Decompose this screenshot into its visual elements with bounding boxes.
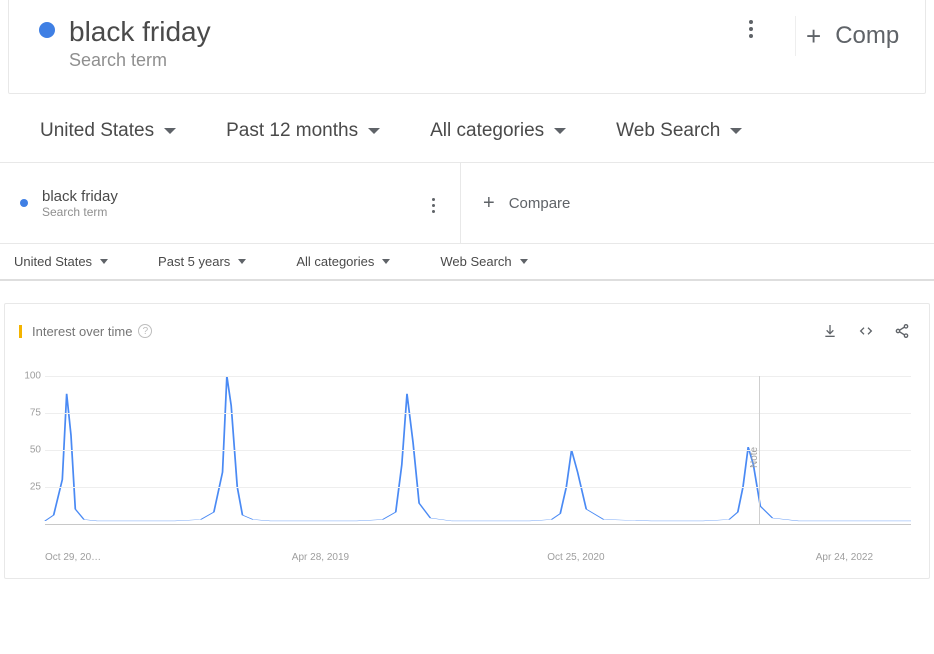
panel-title-text: Interest over time bbox=[32, 324, 132, 339]
compare-label: Comp bbox=[835, 22, 899, 50]
term-color-dot bbox=[20, 199, 28, 207]
chart-line bbox=[45, 376, 911, 548]
filter-bar-small: United States Past 5 years All categorie… bbox=[0, 244, 934, 281]
filter-search-type[interactable]: Web Search bbox=[440, 254, 527, 269]
chevron-down-icon bbox=[238, 259, 246, 264]
filter-category-label: All categories bbox=[296, 254, 374, 269]
filter-search-type-label: Web Search bbox=[440, 254, 511, 269]
embed-icon[interactable] bbox=[857, 322, 875, 340]
x-axis: Oct 29, 20… Apr 28, 2019 Oct 25, 2020 Apr 2… bbox=[45, 552, 911, 566]
grid-line bbox=[45, 487, 911, 488]
term-menu-button[interactable] bbox=[424, 194, 442, 212]
help-icon[interactable]: ? bbox=[138, 324, 152, 338]
add-compare-button[interactable]: + Comp bbox=[795, 16, 905, 56]
kebab-icon bbox=[749, 20, 753, 24]
filter-bar-large: United States Past 12 months All categor… bbox=[0, 94, 934, 162]
filter-time[interactable]: Past 12 months bbox=[226, 120, 380, 142]
download-icon[interactable] bbox=[821, 322, 839, 340]
term-color-dot bbox=[39, 22, 55, 38]
chart-area: 255075100 Note Oct 29, 20…Apr 28, 2019Oc… bbox=[19, 376, 915, 576]
panel-actions bbox=[821, 322, 911, 340]
filter-region[interactable]: United States bbox=[14, 254, 108, 269]
grid-line bbox=[45, 413, 911, 414]
term-type: Search term bbox=[42, 205, 424, 219]
filter-region[interactable]: United States bbox=[40, 120, 176, 142]
filter-time-label: Past 12 months bbox=[226, 120, 358, 142]
y-tick: 50 bbox=[30, 445, 41, 456]
baseline bbox=[45, 524, 911, 525]
x-tick: Apr 28, 2019 bbox=[292, 552, 349, 563]
y-tick: 100 bbox=[24, 371, 41, 382]
chevron-down-icon bbox=[368, 128, 380, 134]
term-menu-button[interactable] bbox=[721, 16, 781, 24]
filter-category[interactable]: All categories bbox=[296, 254, 390, 269]
x-tick: Oct 25, 2020 bbox=[547, 552, 604, 563]
chevron-down-icon bbox=[520, 259, 528, 264]
kebab-icon bbox=[432, 198, 435, 201]
chevron-down-icon bbox=[382, 259, 390, 264]
plus-icon: + bbox=[806, 23, 821, 49]
chevron-down-icon bbox=[730, 128, 742, 134]
filter-category[interactable]: All categories bbox=[430, 120, 566, 142]
grid-line bbox=[45, 376, 911, 377]
term-row-small: black friday Search term + Compare bbox=[0, 163, 934, 243]
filter-time[interactable]: Past 5 years bbox=[158, 254, 246, 269]
grid-line bbox=[45, 450, 911, 451]
term-name: black friday bbox=[69, 16, 707, 48]
filter-time-label: Past 5 years bbox=[158, 254, 230, 269]
compare-label: Compare bbox=[509, 195, 571, 212]
term-info[interactable]: black friday Search term bbox=[69, 16, 707, 71]
plus-icon: + bbox=[483, 193, 495, 213]
filter-search-type[interactable]: Web Search bbox=[616, 120, 742, 142]
term-name: black friday bbox=[42, 188, 424, 205]
x-tick: Apr 24, 2022 bbox=[816, 552, 873, 563]
interest-over-time-panel: Interest over time ? 25 50 75 100 Note Oct … bbox=[4, 303, 930, 579]
panel-title: Interest over time ? bbox=[19, 324, 152, 339]
y-tick: 75 bbox=[30, 408, 41, 419]
filter-category-label: All categories bbox=[430, 120, 544, 142]
chevron-down-icon bbox=[164, 128, 176, 134]
y-tick: 25 bbox=[30, 482, 41, 493]
share-icon[interactable] bbox=[893, 322, 911, 340]
chevron-down-icon bbox=[100, 259, 108, 264]
filter-region-label: United States bbox=[40, 120, 154, 142]
x-tick: Oct 29, 20… bbox=[45, 552, 101, 563]
chevron-down-icon bbox=[554, 128, 566, 134]
filter-region-label: United States bbox=[14, 254, 92, 269]
panel-header: Interest over time ? bbox=[5, 304, 929, 348]
term-card-large: black friday Search term + Comp bbox=[8, 0, 926, 94]
term-type: Search term bbox=[69, 50, 707, 71]
filter-search-type-label: Web Search bbox=[616, 120, 720, 142]
plot[interactable]: Note bbox=[45, 376, 911, 548]
term-card-small[interactable]: black friday Search term bbox=[0, 170, 460, 237]
note-label: Note bbox=[749, 447, 760, 468]
y-axis: 255075100 bbox=[15, 376, 41, 524]
add-compare-button[interactable]: + Compare bbox=[460, 163, 934, 243]
